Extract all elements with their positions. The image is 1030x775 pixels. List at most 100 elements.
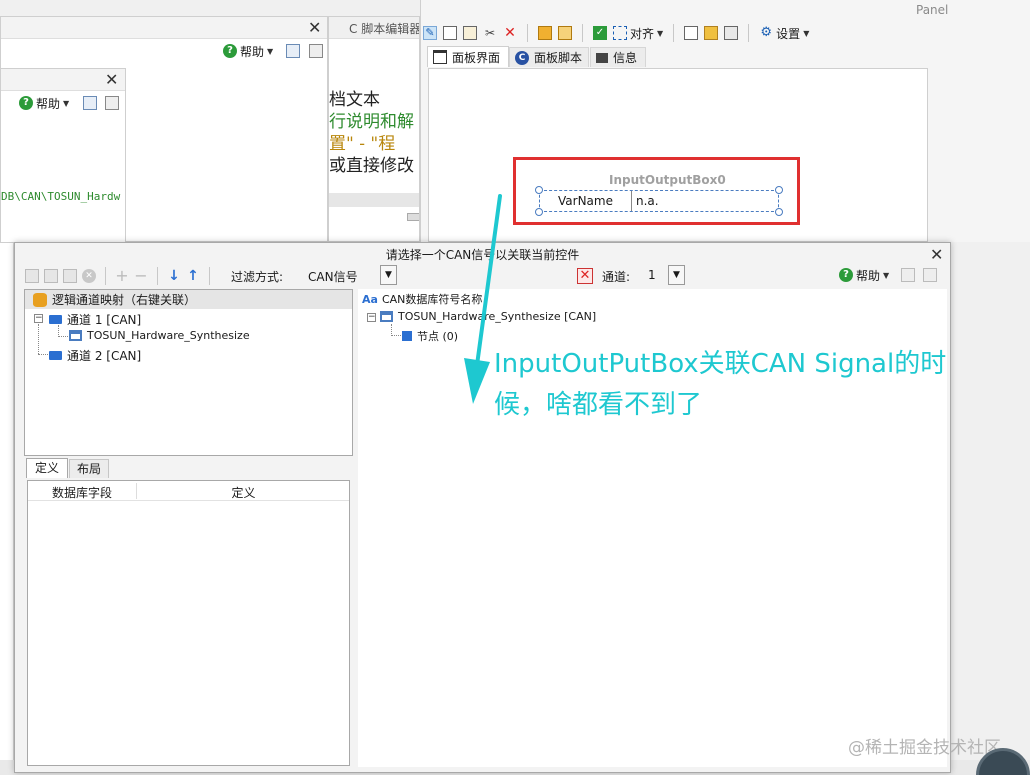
tab-label: 信息: [613, 51, 638, 65]
tree-guide: [58, 336, 68, 337]
dock-icon[interactable]: [309, 44, 323, 58]
settings-button[interactable]: ⚙ 设置 ▼: [759, 23, 809, 43]
dialog-toolbar: ✕ + − ↓ ↑: [25, 266, 214, 286]
background-strip: [0, 243, 14, 763]
toolbar-separator: [527, 24, 528, 42]
resize-handle[interactable]: [775, 186, 783, 194]
toolbar-separator: [105, 267, 106, 285]
tree-item-node[interactable]: 节点 (0): [402, 328, 458, 344]
arrow-up-icon[interactable]: ↑: [186, 269, 200, 283]
db-path-text: DB\CAN\TOSUN_Hardw: [1, 190, 121, 203]
network-icon: [69, 330, 82, 341]
cut-icon[interactable]: ✂: [483, 26, 497, 40]
help-button[interactable]: ? 帮助 ▼: [223, 41, 273, 61]
collapse-toggle[interactable]: −: [34, 314, 43, 323]
value-field[interactable]: n.a.: [636, 191, 659, 211]
paste-icon[interactable]: [463, 26, 477, 40]
clear-filter-icon[interactable]: ✕: [577, 268, 593, 284]
help-button[interactable]: ? 帮助 ▼: [839, 265, 889, 285]
resize-handle[interactable]: [775, 208, 783, 216]
annotation-line-1: InputOutPutBox关联CAN Signal的时: [494, 349, 947, 379]
tree-item-channel-1[interactable]: 通道 1 [CAN]: [49, 311, 141, 328]
channel-value: 1: [648, 268, 656, 282]
c-editor-tab[interactable]: C 脚本编辑器: [329, 17, 419, 39]
chevron-down-icon: ▼: [803, 28, 810, 38]
annotation-line-2: 候，啥都看不到了: [494, 390, 703, 420]
help-icon: ?: [223, 44, 237, 58]
bring-front-icon[interactable]: [538, 26, 552, 40]
delete-window-icon[interactable]: [286, 44, 300, 58]
toolbar-separator: [582, 24, 583, 42]
annotation-arrow: [464, 194, 502, 404]
dock-icon[interactable]: [105, 96, 119, 110]
tab-panel-ui[interactable]: 面板界面: [427, 46, 509, 67]
comment-icon: [596, 52, 608, 63]
c-editor-scroll-thumb[interactable]: [407, 213, 419, 221]
channel-select[interactable]: 1 ▼: [643, 265, 685, 285]
tree-item-channel-2[interactable]: 通道 2 [CAN]: [49, 347, 141, 364]
input-output-box[interactable]: VarName n.a.: [539, 190, 779, 212]
align-button[interactable]: 对齐 ▼: [613, 23, 663, 43]
channel-icon: [49, 351, 62, 360]
toolbar-separator: [157, 267, 158, 285]
left-panel-b: ✕ ? 帮助 ▼ DB\CAN\TOSUN_Hardw: [0, 68, 126, 243]
tab-layout[interactable]: 布局: [69, 459, 109, 478]
plus-icon[interactable]: +: [115, 268, 129, 284]
dock-icon[interactable]: [923, 268, 937, 282]
gear-icon: ⚙: [760, 25, 772, 40]
help-icon: ?: [19, 96, 33, 110]
help-button[interactable]: ? 帮助 ▼: [19, 93, 69, 113]
arrow-down-icon[interactable]: ↓: [167, 269, 181, 283]
tab-panel-script[interactable]: C 面板脚本: [509, 47, 589, 67]
add-node-icon[interactable]: [25, 269, 39, 283]
panel-a-titlebar: [1, 17, 327, 39]
widget-name: InputOutputBox0: [609, 173, 726, 187]
tree-item-db[interactable]: TOSUN_Hardware_Synthesize: [69, 329, 250, 342]
property-grid[interactable]: 数据库字段 定义: [27, 480, 350, 766]
settings-label: 设置: [776, 26, 801, 41]
dropdown-button[interactable]: ▼: [380, 265, 397, 285]
minus-icon[interactable]: −: [134, 268, 148, 284]
c-editor-line-4: 或直接修改: [329, 156, 414, 176]
tree-item-label: 通道 1 [CAN]: [67, 313, 142, 327]
c-editor-hscroll[interactable]: [329, 193, 419, 207]
remove-node-icon[interactable]: [63, 269, 77, 283]
align-icon: [613, 26, 627, 40]
open-folder-icon[interactable]: [704, 26, 719, 40]
delete-icon[interactable]: ✕: [503, 26, 517, 40]
close-icon[interactable]: ✕: [105, 72, 118, 88]
tab-label: 面板脚本: [534, 51, 583, 65]
toolbar-separator: [748, 24, 750, 42]
close-icon[interactable]: ✕: [308, 20, 321, 36]
filter-value: CAN信号: [308, 270, 358, 284]
filter-select[interactable]: CAN信号 ▼: [303, 265, 397, 285]
edit-node-icon[interactable]: [44, 269, 58, 283]
delete-window-icon[interactable]: [83, 96, 97, 110]
grid-header-definition[interactable]: 定义: [138, 484, 349, 501]
send-back-icon[interactable]: [558, 26, 572, 40]
close-icon[interactable]: ✕: [930, 247, 943, 263]
tree-root[interactable]: 逻辑通道映射（右键关联）: [25, 290, 352, 309]
help-label: 帮助: [240, 44, 265, 59]
channel-tree[interactable]: 逻辑通道映射（右键关联） − 通道 1 [CAN] TOSUN_Hardware…: [24, 289, 353, 456]
resize-handle[interactable]: [535, 208, 543, 216]
copy-icon[interactable]: [443, 26, 457, 40]
resize-handle[interactable]: [535, 186, 543, 194]
cancel-icon[interactable]: ✕: [82, 269, 96, 283]
grid-header-divider: [136, 483, 137, 499]
toolbar-separator: [673, 24, 675, 42]
collapse-toggle[interactable]: −: [367, 313, 376, 322]
check-icon[interactable]: ✓: [593, 26, 607, 40]
new-page-icon[interactable]: [684, 26, 699, 40]
grid-header-field[interactable]: 数据库字段: [28, 484, 136, 501]
save-icon[interactable]: [724, 26, 739, 40]
edit-pen-icon[interactable]: ✎: [423, 26, 437, 40]
tree-guide: [38, 324, 39, 354]
tree-item-label: TOSUN_Hardware_Synthesize: [87, 329, 250, 342]
delete-window-icon[interactable]: [901, 268, 915, 282]
corner-widget: [976, 748, 1030, 775]
tab-info[interactable]: 信息: [590, 47, 646, 67]
tab-definition[interactable]: 定义: [26, 458, 68, 478]
chevron-down-icon: ▼: [883, 270, 890, 280]
dropdown-button[interactable]: ▼: [668, 265, 685, 285]
